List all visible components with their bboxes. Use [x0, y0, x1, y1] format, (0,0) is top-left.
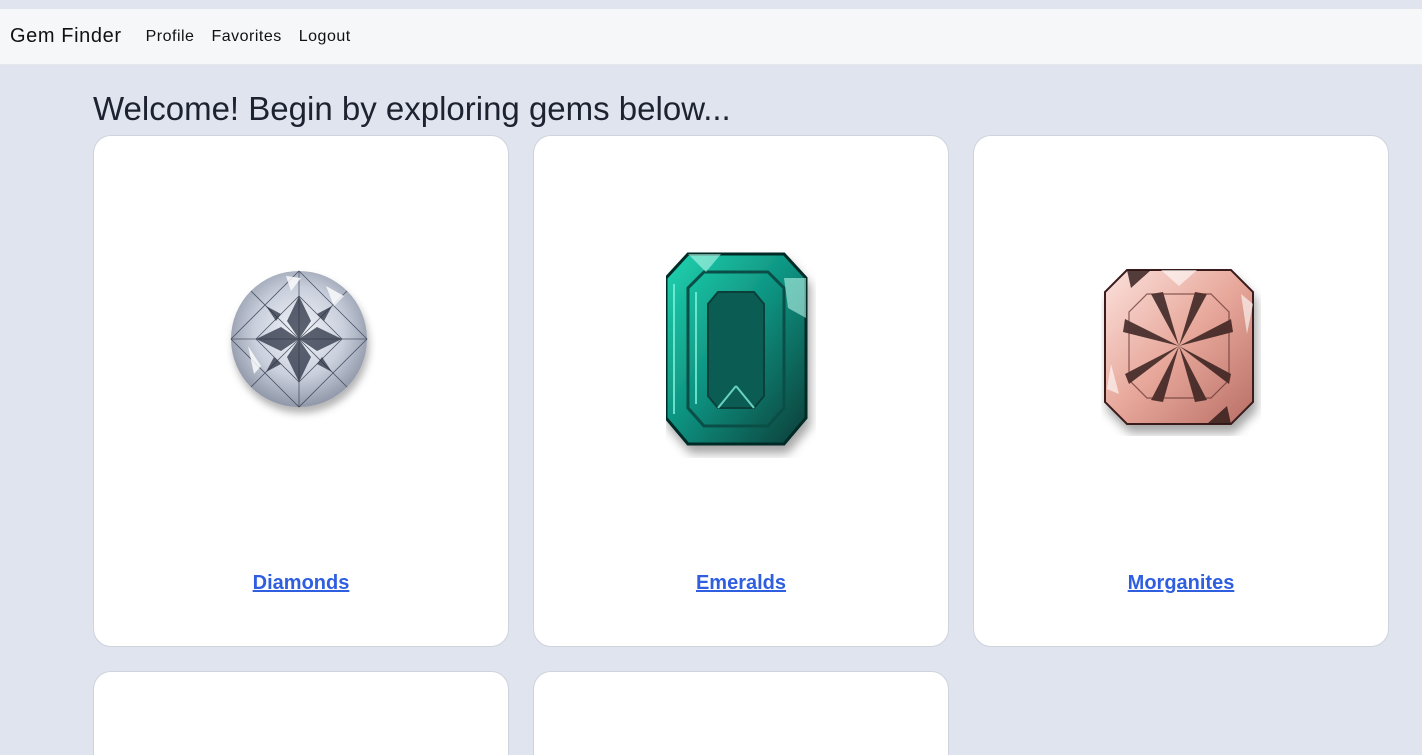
top-strip	[0, 0, 1422, 9]
brand-link[interactable]: Gem Finder	[10, 25, 122, 48]
gem-link-emeralds[interactable]: Emeralds	[534, 572, 948, 595]
gem-link-morganites[interactable]: Morganites	[974, 572, 1388, 595]
morganite-image	[1104, 269, 1254, 425]
gem-link-diamonds[interactable]: Diamonds	[94, 572, 508, 595]
nav-link-favorites[interactable]: Favorites	[211, 28, 281, 46]
page-title: Welcome! Begin by exploring gems below..…	[93, 90, 731, 127]
navbar: Gem Finder Profile Favorites Logout	[0, 9, 1422, 65]
gem-card-partial-1[interactable]	[93, 671, 509, 755]
emerald-image	[666, 252, 808, 446]
nav-link-profile[interactable]: Profile	[146, 28, 195, 46]
gem-card-morganites[interactable]: Morganites	[973, 135, 1389, 647]
gem-card-diamonds[interactable]: Diamonds	[93, 135, 509, 647]
diamond-image	[230, 270, 368, 408]
gem-card-emeralds[interactable]: Emeralds	[533, 135, 949, 647]
nav-link-logout[interactable]: Logout	[299, 28, 351, 46]
gem-card-partial-2[interactable]	[533, 671, 949, 755]
